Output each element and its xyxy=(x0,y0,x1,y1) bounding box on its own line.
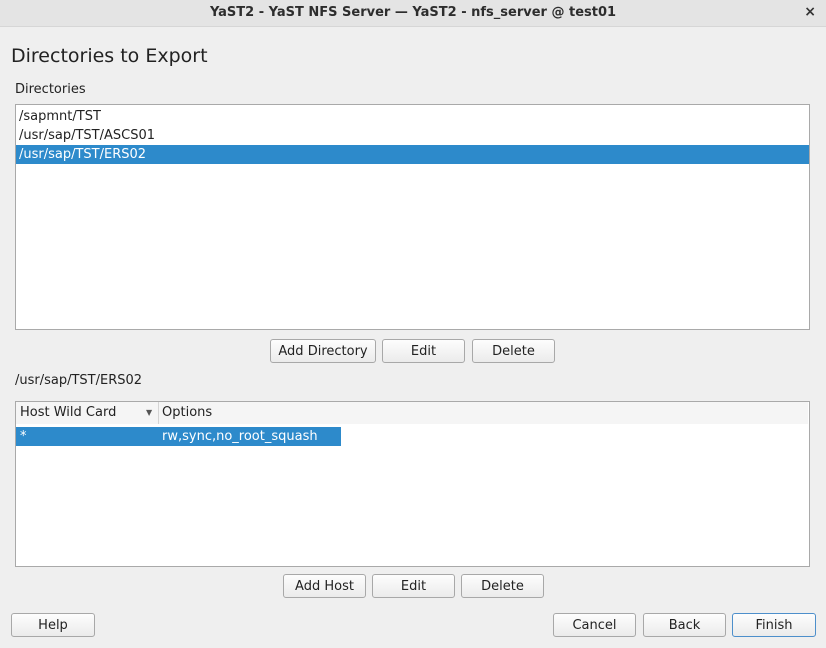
close-icon[interactable]: × xyxy=(804,4,816,20)
finish-button[interactable]: Finish xyxy=(732,613,816,637)
cell-host: * xyxy=(20,429,27,444)
edit-host-button[interactable]: Edit xyxy=(372,574,455,598)
selected-directory-label: /usr/sap/TST/ERS02 xyxy=(15,373,143,388)
delete-directory-button[interactable]: Delete xyxy=(472,339,555,363)
delete-host-button[interactable]: Delete xyxy=(461,574,544,598)
window-title: YaST2 - YaST NFS Server — YaST2 - nfs_se… xyxy=(209,5,617,20)
table-header: Host Wild Card ▼ Options xyxy=(16,402,808,424)
cancel-button[interactable]: Cancel xyxy=(553,613,636,637)
add-host-button[interactable]: Add Host xyxy=(283,574,366,598)
window-titlebar: YaST2 - YaST NFS Server — YaST2 - nfs_se… xyxy=(0,0,826,27)
sort-down-icon[interactable]: ▼ xyxy=(146,408,152,417)
edit-directory-button[interactable]: Edit xyxy=(382,339,465,363)
column-header-host[interactable]: Host Wild Card xyxy=(20,402,116,424)
directories-label: Directories xyxy=(15,82,86,97)
back-button[interactable]: Back xyxy=(643,613,726,637)
list-item[interactable]: /usr/sap/TST/ERS02 xyxy=(16,145,809,164)
help-button[interactable]: Help xyxy=(11,613,95,637)
page-title: Directories to Export xyxy=(11,45,208,67)
directories-list[interactable]: /sapmnt/TST /usr/sap/TST/ASCS01 /usr/sap… xyxy=(15,104,810,330)
hosts-table[interactable]: Host Wild Card ▼ Options * rw,sync,no_ro… xyxy=(15,401,810,567)
table-row[interactable]: * rw,sync,no_root_squash xyxy=(16,427,341,446)
cell-options: rw,sync,no_root_squash xyxy=(162,429,318,444)
list-item[interactable]: /usr/sap/TST/ASCS01 xyxy=(16,126,809,145)
column-header-options[interactable]: Options xyxy=(162,402,212,424)
list-item[interactable]: /sapmnt/TST xyxy=(16,107,809,126)
add-directory-button[interactable]: Add Directory xyxy=(270,339,376,363)
column-divider xyxy=(158,402,159,424)
